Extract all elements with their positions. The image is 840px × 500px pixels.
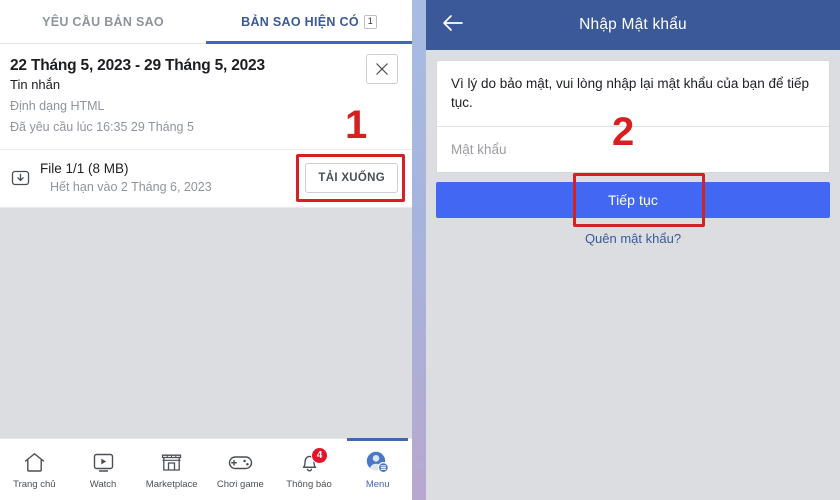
nav-item-notifications-label: Thông báo [286,479,332,490]
tab-available-copies[interactable]: BẢN SAO HIỆN CÓ 1 [206,0,412,44]
file-info: File 1/1 (8 MB) Hết hạn vào 2 Tháng 6, 2… [40,161,305,196]
screenshot-root: YÊU CẦU BẢN SAO BẢN SAO HIỆN CÓ 1 22 Thá… [0,0,840,500]
file-name: File 1/1 (8 MB) [40,160,129,176]
panel-divider [412,0,426,500]
left-phone-screen: YÊU CẦU BẢN SAO BẢN SAO HIỆN CÓ 1 22 Thá… [0,0,412,500]
nav-item-watch[interactable]: Watch [69,439,138,500]
download-button[interactable]: TẢI XUỐNG [305,163,398,194]
video-play-icon [91,449,116,475]
nav-item-home[interactable]: Trang chủ [0,439,69,500]
nav-item-menu-label: Menu [365,479,390,490]
copy-format: Định dạng HTML [10,99,105,114]
nav-item-home-label: Trang chủ [13,479,56,490]
file-row: File 1/1 (8 MB) Hết hạn vào 2 Tháng 6, 2… [0,149,412,208]
continue-button[interactable]: Tiếp tục [436,182,830,219]
storefront-icon [159,449,184,475]
tab-request-copy[interactable]: YÊU CẦU BẢN SAO [0,0,206,43]
back-button[interactable] [438,10,468,40]
bottom-navigation-bar: Trang chủ Watch Marketplace Chơi game 4 … [0,438,412,500]
nav-item-marketplace-label: Marketplace [145,479,198,490]
page-title: Nhập Mật khẩu [579,16,687,33]
gamepad-icon [227,449,254,475]
nav-item-marketplace[interactable]: Marketplace [137,439,206,500]
tab-request-copy-label: YÊU CẦU BẢN SAO [42,14,164,29]
copy-requested-time: Đã yêu cầu lúc 16:35 29 Tháng 5 [10,120,194,135]
annotation-number-1: 1 [345,103,368,147]
file-expiry: Hết hạn vào 2 Tháng 6, 2023 [50,180,212,195]
back-arrow-icon [442,14,464,37]
password-screen-header: Nhập Mật khẩu [426,0,840,50]
download-file-icon [10,167,32,189]
tab-available-copies-count: 1 [363,14,377,29]
nav-item-play-games-label: Chơi game [216,479,264,490]
home-icon [22,449,47,475]
close-button[interactable] [366,54,398,84]
notifications-badge: 4 [311,447,329,464]
nav-item-notifications[interactable]: 4 Thông báo [275,439,344,500]
avatar-menu-icon [364,449,391,475]
download-button-wrap: TẢI XUỐNG [296,154,405,203]
nav-item-menu[interactable]: Menu [343,438,412,500]
tab-bar: YÊU CẦU BẢN SAO BẢN SAO HIỆN CÓ 1 [0,0,412,44]
close-icon [375,62,389,76]
copy-type: Tin nhắn [10,77,61,93]
tab-available-copies-label: BẢN SAO HIỆN CÓ [241,14,359,29]
copy-date-range: 22 Tháng 5, 2023 - 29 Tháng 5, 2023 [10,57,265,74]
continue-button-wrap: Tiếp tục [436,173,830,228]
nav-item-play-games[interactable]: Chơi game [206,439,275,500]
forgot-password-link[interactable]: Quên mật khẩu? [426,231,840,246]
annotation-number-2: 2 [612,110,635,154]
nav-item-watch-label: Watch [89,479,117,490]
right-phone-screen: Nhập Mật khẩu Vì lý do bảo mật, vui lòng… [426,0,840,500]
